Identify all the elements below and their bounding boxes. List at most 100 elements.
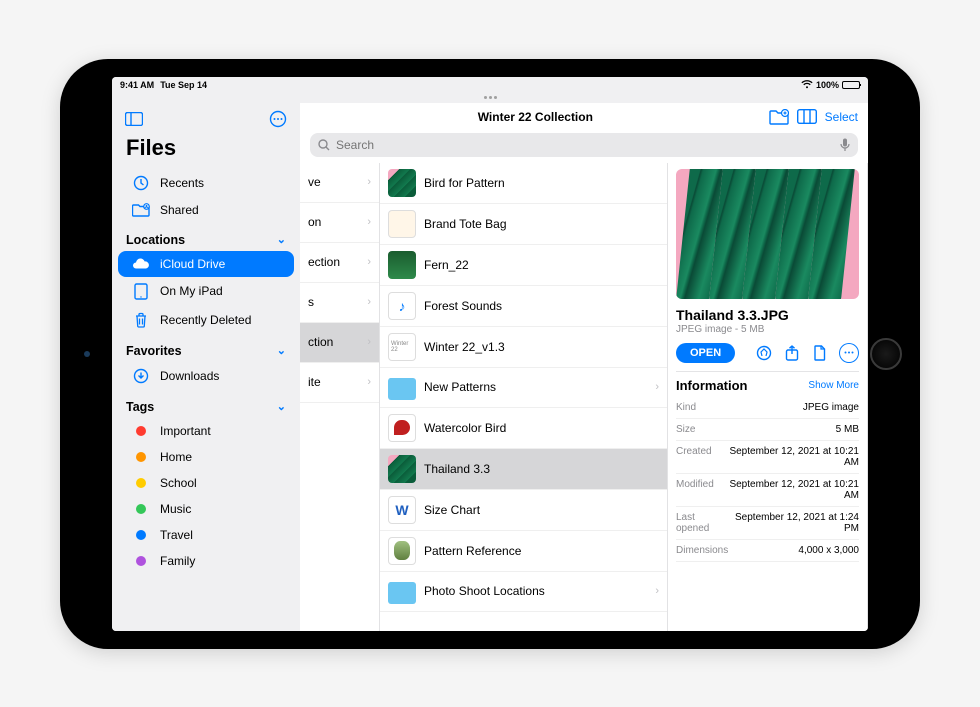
info-key: Size [676, 424, 695, 435]
chevron-right-icon: › [367, 216, 371, 228]
sidebar-location-2[interactable]: Recently Deleted [118, 306, 294, 334]
sidebar-favorite-0[interactable]: Downloads [118, 362, 294, 390]
chevron-right-icon: › [655, 585, 659, 597]
folder-label: ite [308, 375, 321, 389]
info-header: Information [676, 378, 748, 393]
section-locations[interactable]: Locations ⌄ [112, 223, 300, 251]
detail-pane: Thailand 3.3.JPG JPEG image - 5 MB OPEN [668, 163, 868, 631]
wifi-icon [801, 80, 813, 89]
info-key: Kind [676, 402, 696, 413]
chevron-right-icon: › [367, 256, 371, 268]
open-button[interactable]: OPEN [676, 343, 735, 363]
chevron-right-icon: › [367, 376, 371, 388]
section-favorites[interactable]: Favorites ⌄ [112, 334, 300, 362]
parent-folder-row[interactable]: on › [300, 203, 379, 243]
folder-label: ection [308, 255, 340, 269]
parent-folder-row[interactable]: ve› [300, 163, 379, 203]
sidebar-item-label: Home [160, 450, 192, 464]
more-options-icon[interactable] [268, 109, 288, 129]
file-row[interactable]: Fern_22 [380, 245, 667, 286]
share-icon[interactable] [783, 345, 801, 361]
sidebar-tag-1[interactable]: Home [118, 444, 294, 470]
info-value: 4,000 x 3,000 [798, 545, 859, 556]
file-label: Photo Shoot Locations [424, 584, 545, 598]
search-bar[interactable] [310, 133, 858, 157]
info-key: Last opened [676, 512, 725, 534]
tag-icon [132, 556, 150, 566]
file-label: Winter 22_v1.3 [424, 340, 505, 354]
parent-folder-row[interactable]: ite › [300, 363, 379, 403]
sidebar-item-label: Shared [160, 203, 199, 217]
file-label: Forest Sounds [424, 299, 502, 313]
tag-icon [132, 530, 150, 540]
sidebar: Files RecentsShared Locations ⌄ iCloud D… [112, 103, 300, 631]
file-thumbnail [388, 414, 416, 442]
toolbar: Winter 22 Collection Select [300, 103, 868, 131]
markup-icon[interactable] [755, 345, 773, 361]
file-row[interactable]: WSize Chart [380, 490, 667, 531]
file-row[interactable]: Photo Shoot Locations › [380, 572, 667, 612]
sidebar-browse-1[interactable]: Shared [118, 197, 294, 223]
file-row[interactable]: Watercolor Bird [380, 408, 667, 449]
file-row[interactable]: New Patterns› [380, 368, 667, 408]
file-row[interactable]: Bird for Pattern [380, 163, 667, 204]
folder-shared-icon [132, 203, 150, 217]
file-label: Brand Tote Bag [424, 217, 507, 231]
view-mode-icon[interactable] [797, 107, 817, 127]
parent-folder-row[interactable]: ection › [300, 243, 379, 283]
info-row: Size 5 MB [676, 419, 859, 441]
file-row[interactable]: Thailand 3.3 [380, 449, 667, 490]
tag-icon [132, 452, 150, 462]
file-row[interactable]: ♪Forest Sounds [380, 286, 667, 327]
show-more-link[interactable]: Show More [808, 380, 859, 391]
folder-label: ve [308, 175, 321, 189]
sidebar-location-1[interactable]: On My iPad [118, 277, 294, 306]
info-key: Created [676, 446, 712, 468]
sidebar-tag-0[interactable]: Important [118, 418, 294, 444]
section-tags[interactable]: Tags ⌄ [112, 390, 300, 418]
parent-folder-row[interactable]: s› [300, 283, 379, 323]
sidebar-browse-0[interactable]: Recents [118, 169, 294, 197]
chevron-right-icon: › [367, 336, 371, 348]
info-row: Last openedSeptember 12, 2021 at 1:24 PM [676, 507, 859, 540]
file-label: Watercolor Bird [424, 421, 506, 435]
battery-percent: 100% [816, 80, 839, 90]
file-preview[interactable] [676, 169, 859, 299]
search-input[interactable] [336, 138, 834, 152]
info-value: September 12, 2021 at 10:21 AM [729, 479, 859, 501]
chevron-down-icon: ⌄ [277, 344, 286, 357]
file-row[interactable]: Pattern Reference [380, 531, 667, 572]
file-row[interactable]: Brand Tote Bag [380, 204, 667, 245]
sidebar-tag-4[interactable]: Travel [118, 522, 294, 548]
info-value: 5 MB [836, 424, 859, 435]
info-key: Dimensions [676, 545, 728, 556]
info-row: KindJPEG image [676, 397, 859, 419]
sidebar-item-label: iCloud Drive [160, 257, 225, 271]
sidebar-tag-3[interactable]: Music [118, 496, 294, 522]
file-row[interactable]: Winter 22Winter 22_v1.3 [380, 327, 667, 368]
sidebar-tag-2[interactable]: School [118, 470, 294, 496]
sidebar-item-label: Travel [160, 528, 193, 542]
info-row: CreatedSeptember 12, 2021 at 10:21 AM [676, 441, 859, 474]
sidebar-item-label: Recents [160, 176, 204, 190]
select-button[interactable]: Select [825, 110, 858, 124]
parent-folder-row[interactable]: ction› [300, 323, 379, 363]
chevron-down-icon: ⌄ [277, 400, 286, 413]
multitask-dots[interactable] [112, 93, 868, 103]
more-actions-icon[interactable] [839, 343, 859, 363]
sidebar-item-label: On My iPad [160, 284, 223, 298]
folder-label: on [308, 215, 321, 229]
sidebar-tag-5[interactable]: Family [118, 548, 294, 574]
ipad-icon [132, 283, 150, 300]
column-current: Bird for Pattern Brand Tote Bag Fern_22♪Fo… [380, 163, 668, 631]
new-folder-icon[interactable] [769, 107, 789, 127]
mic-icon[interactable] [840, 138, 850, 152]
file-thumbnail [388, 378, 416, 400]
chevron-down-icon: ⌄ [277, 233, 286, 246]
home-button[interactable] [870, 338, 902, 370]
file-label: New Patterns [424, 380, 496, 394]
sidebar-location-0[interactable]: iCloud Drive [118, 251, 294, 277]
search-icon [318, 139, 330, 151]
toggle-sidebar-icon[interactable] [124, 109, 144, 129]
document-icon[interactable] [811, 345, 829, 361]
